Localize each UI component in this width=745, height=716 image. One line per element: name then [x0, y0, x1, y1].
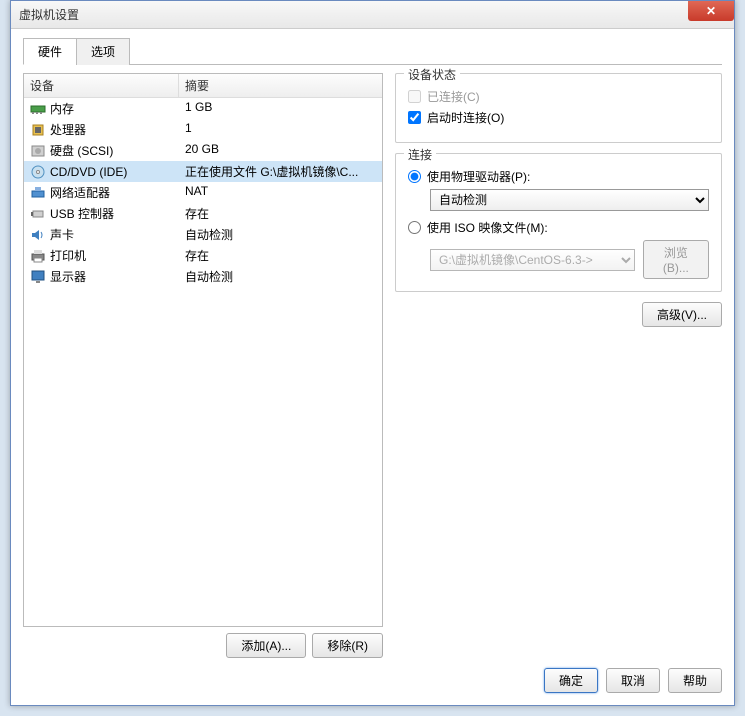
device-summary: 存在 [179, 245, 382, 266]
tab-hardware[interactable]: 硬件 [23, 38, 77, 65]
hardware-list[interactable]: 设备 摘要 内存1 GB处理器1硬盘 (SCSI)20 GBCD/DVD (ID… [23, 73, 383, 627]
display-icon [30, 269, 46, 285]
advanced-button[interactable]: 高级(V)... [642, 302, 722, 327]
device-status-title: 设备状态 [404, 66, 460, 83]
remove-button[interactable]: 移除(R) [312, 633, 383, 658]
window-title: 虚拟机设置 [19, 6, 79, 23]
hardware-row[interactable]: 打印机 存在 [24, 245, 382, 266]
tab-options[interactable]: 选项 [76, 38, 130, 65]
device-summary: 自动检测 [179, 266, 382, 287]
use-iso-radio[interactable] [408, 221, 421, 234]
usb-icon [30, 206, 46, 222]
net-icon [30, 185, 46, 201]
device-summary: 20 GB [179, 140, 382, 161]
connection-group: 连接 使用物理驱动器(P): 自动检测 使用 ISO 映像文件(M): [395, 153, 722, 292]
titlebar[interactable]: 虚拟机设置 ✕ [11, 1, 734, 29]
device-name: 打印机 [50, 247, 86, 264]
left-pane: 设备 摘要 内存1 GB处理器1硬盘 (SCSI)20 GBCD/DVD (ID… [23, 73, 383, 658]
device-summary: 1 [179, 119, 382, 140]
hardware-header: 设备 摘要 [24, 74, 382, 98]
connection-title: 连接 [404, 146, 436, 163]
device-name: USB 控制器 [50, 205, 114, 222]
close-button[interactable]: ✕ [688, 1, 734, 21]
connected-checkbox-row[interactable]: 已连接(C) [408, 88, 709, 105]
device-summary: NAT [179, 182, 382, 203]
device-name: 声卡 [50, 226, 74, 243]
device-name: 处理器 [50, 121, 86, 138]
cd-icon [30, 164, 46, 180]
sound-icon [30, 227, 46, 243]
cancel-button[interactable]: 取消 [606, 668, 660, 693]
use-physical-label: 使用物理驱动器(P): [427, 168, 530, 185]
device-summary: 正在使用文件 G:\虚拟机镜像\C... [179, 161, 382, 182]
left-buttons: 添加(A)... 移除(R) [23, 633, 383, 658]
hardware-row[interactable]: 硬盘 (SCSI) 20 GB [24, 140, 382, 161]
help-button[interactable]: 帮助 [668, 668, 722, 693]
device-name: CD/DVD (IDE) [50, 165, 127, 179]
printer-icon [30, 248, 46, 264]
col-summary[interactable]: 摘要 [179, 74, 382, 97]
use-iso-radio-row[interactable]: 使用 ISO 映像文件(M): [408, 219, 709, 236]
advanced-row: 高级(V)... [395, 302, 722, 327]
hardware-row[interactable]: 处理器 1 [24, 119, 382, 140]
close-icon: ✕ [706, 4, 716, 18]
use-physical-radio[interactable] [408, 170, 421, 183]
device-status-group: 设备状态 已连接(C) 启动时连接(O) [395, 73, 722, 143]
hardware-row[interactable]: 网络适配器 NAT [24, 182, 382, 203]
physical-drive-combo[interactable]: 自动检测 [430, 189, 709, 211]
connected-label: 已连接(C) [427, 88, 480, 105]
use-iso-label: 使用 ISO 映像文件(M): [427, 219, 548, 236]
hardware-row[interactable]: CD/DVD (IDE) 正在使用文件 G:\虚拟机镜像\C... [24, 161, 382, 182]
connect-poweron-checkbox-row[interactable]: 启动时连接(O) [408, 109, 709, 126]
disk-icon [30, 143, 46, 159]
add-button[interactable]: 添加(A)... [226, 633, 306, 658]
iso-path-combo: G:\虚拟机镜像\CentOS-6.3-> [430, 249, 635, 271]
ok-button[interactable]: 确定 [544, 668, 598, 693]
hardware-row[interactable]: 声卡 自动检测 [24, 224, 382, 245]
device-summary: 存在 [179, 203, 382, 224]
device-name: 显示器 [50, 268, 86, 285]
device-summary: 1 GB [179, 98, 382, 119]
device-name: 内存 [50, 100, 74, 117]
hardware-row[interactable]: 显示器 自动检测 [24, 266, 382, 287]
hardware-row[interactable]: USB 控制器 存在 [24, 203, 382, 224]
tab-strip: 硬件 选项 [23, 37, 722, 65]
col-device[interactable]: 设备 [24, 74, 179, 97]
device-name: 硬盘 (SCSI) [50, 142, 113, 159]
connect-poweron-checkbox[interactable] [408, 111, 421, 124]
client-area: 硬件 选项 设备 摘要 内存1 GB处理器1硬盘 (SCSI)20 GBCD/D… [11, 29, 734, 705]
vm-settings-window: 虚拟机设置 ✕ 硬件 选项 设备 摘要 内存 1 GB 处理器 1 硬盘 (SCSI) 2… [10, 0, 735, 706]
connect-poweron-label: 启动时连接(O) [427, 109, 504, 126]
connected-checkbox [408, 90, 421, 103]
hardware-row[interactable]: 内存 1 GB [24, 98, 382, 119]
cpu-icon [30, 122, 46, 138]
right-pane: 设备状态 已连接(C) 启动时连接(O) 连接 使用物理驱动器(P): [395, 73, 722, 658]
device-name: 网络适配器 [50, 184, 110, 201]
browse-button: 浏览(B)... [643, 240, 709, 279]
footer: 确定 取消 帮助 [23, 658, 722, 693]
device-summary: 自动检测 [179, 224, 382, 245]
main-area: 设备 摘要 内存1 GB处理器1硬盘 (SCSI)20 GBCD/DVD (ID… [23, 73, 722, 658]
memory-icon [30, 101, 46, 117]
use-physical-radio-row[interactable]: 使用物理驱动器(P): [408, 168, 709, 185]
